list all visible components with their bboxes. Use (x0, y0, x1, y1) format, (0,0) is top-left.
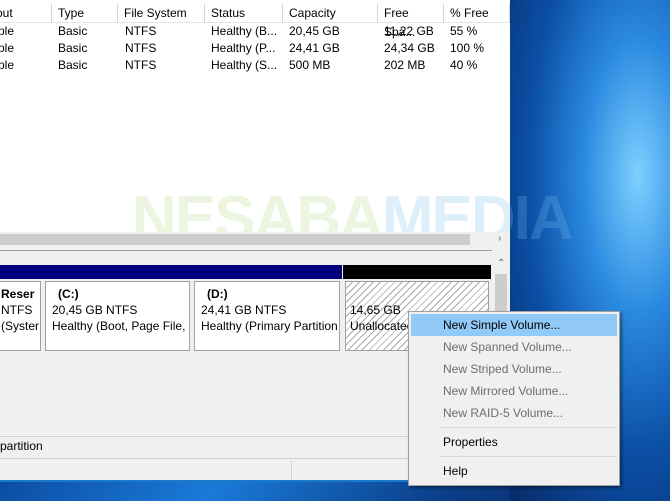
table-cell: 55 % (450, 24, 478, 38)
table-cell: Basic (58, 58, 88, 72)
table-cell: NTFS (125, 41, 157, 55)
column-header-status[interactable]: Status (205, 4, 283, 23)
partition-system-reserved[interactable]: Reser NTFS (Syster (0, 265, 43, 353)
table-cell: NTFS (125, 24, 157, 38)
partition-status: Healthy (Boot, Page File, C (52, 319, 190, 333)
table-cell: Basic (58, 24, 88, 38)
partition-bar (0, 265, 43, 279)
scroll-up-icon[interactable]: ⌃ (497, 258, 505, 269)
volume-list: out Type File System Status Capacity Fre… (0, 0, 510, 232)
menu-item-new-raid5-volume[interactable]: New RAID-5 Volume... (411, 402, 617, 424)
column-header-capacity[interactable]: Capacity (283, 4, 378, 23)
menu-item-new-simple-volume[interactable]: New Simple Volume... (411, 314, 617, 336)
partition-size: NTFS (1, 303, 33, 317)
table-cell: 40 % (450, 58, 478, 72)
menu-item-new-mirrored-volume[interactable]: New Mirrored Volume... (411, 380, 617, 402)
menu-item-help[interactable]: Help (411, 460, 617, 482)
column-header-layout[interactable]: out (0, 4, 52, 23)
legend-label: partition (0, 439, 43, 453)
table-cell: 202 MB (384, 58, 426, 72)
scrollbar-thumb[interactable] (0, 234, 470, 245)
table-cell: Healthy (S... (211, 58, 278, 72)
column-header-free-space[interactable]: Free Spa... (378, 4, 444, 39)
partition-c[interactable]: (C:) 20,45 GB NTFS Healthy (Boot, Page F… (43, 265, 192, 353)
table-cell: Basic (58, 41, 88, 55)
table-cell: ple (0, 58, 15, 72)
table-cell: 100 % (450, 41, 485, 55)
partition-bar (343, 265, 491, 279)
partition-d[interactable]: (D:) 24,41 GB NTFS Healthy (Primary Part… (192, 265, 342, 353)
menu-separator (439, 456, 617, 457)
table-cell: Healthy (P... (211, 41, 276, 55)
context-menu: New Simple Volume... New Spanned Volume.… (408, 311, 620, 486)
table-cell: NTFS (125, 58, 157, 72)
table-cell: 24,41 GB (289, 41, 340, 55)
table-cell: Healthy (B... (211, 24, 278, 38)
table-cell: 24,34 GB (384, 41, 435, 55)
partition-name: (D:) (207, 287, 228, 301)
column-header-type[interactable]: Type (52, 4, 118, 23)
partition-size: 20,45 GB NTFS (52, 303, 138, 317)
table-cell: 20,45 GB (289, 24, 340, 38)
partition-size: 24,41 GB NTFS (201, 303, 287, 317)
partition-bar (43, 265, 192, 279)
horizontal-scrollbar[interactable]: › (0, 232, 510, 247)
partition-name: Reser (1, 287, 35, 301)
partition-status: (Syster (1, 319, 40, 333)
table-cell: 500 MB (289, 58, 331, 72)
partition-name (350, 286, 482, 302)
scroll-right-icon[interactable]: › (498, 233, 501, 244)
column-header-percent-free[interactable]: % Free (444, 4, 510, 23)
menu-separator (439, 427, 617, 428)
partition-bar (192, 265, 342, 279)
table-cell: 11,22 GB (384, 24, 434, 38)
menu-item-new-spanned-volume[interactable]: New Spanned Volume... (411, 336, 617, 358)
partition-name: (C:) (58, 287, 79, 301)
table-cell: ple (0, 41, 15, 55)
partition-status: Healthy (Primary Partition (201, 319, 338, 333)
table-cell: ple (0, 24, 15, 38)
menu-item-properties[interactable]: Properties (411, 431, 617, 453)
menu-item-new-striped-volume[interactable]: New Striped Volume... (411, 358, 617, 380)
column-header-file-system[interactable]: File System (118, 4, 205, 23)
